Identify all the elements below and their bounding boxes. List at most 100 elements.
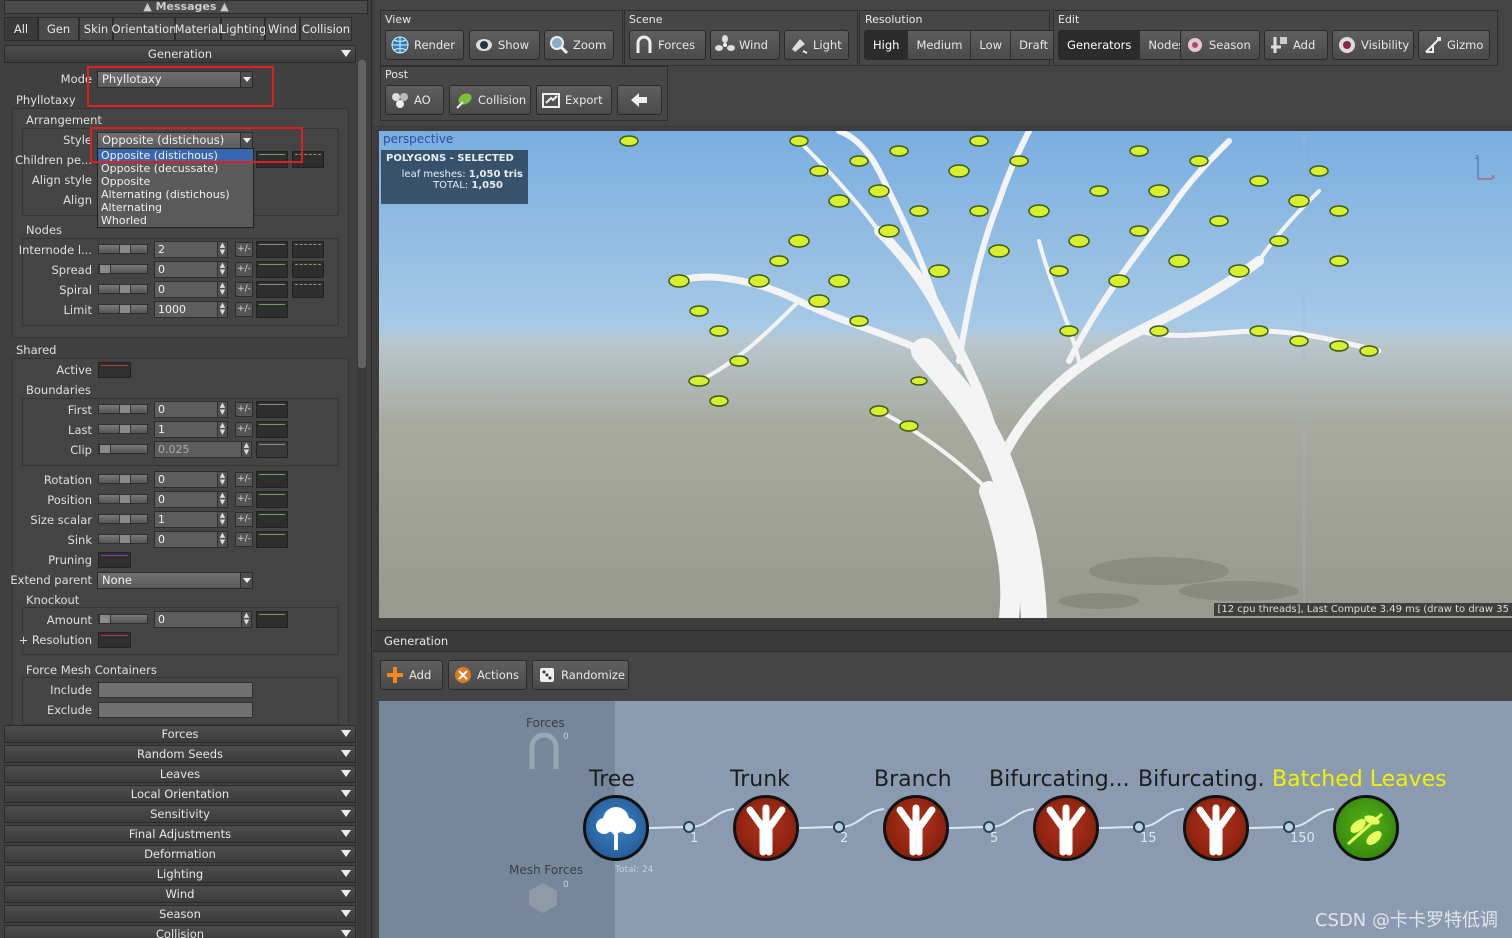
sink-slider[interactable] [98, 534, 148, 544]
section-deformation[interactable]: Deformation [4, 845, 356, 863]
resolution-high[interactable]: High [865, 31, 909, 59]
amount-slider[interactable] [98, 614, 148, 624]
pruning-curve[interactable] [98, 552, 131, 568]
add-button[interactable]: Add [1264, 30, 1328, 60]
tab-orientation[interactable]: Orientation [112, 17, 176, 41]
limit-curve[interactable] [256, 301, 288, 318]
spread-variance-curve[interactable] [292, 261, 324, 278]
size-scalar-input[interactable]: 1 ▲ ▼ [154, 511, 228, 528]
sink-curve[interactable] [256, 531, 288, 548]
slider-knob[interactable] [119, 304, 131, 314]
section-random-seeds[interactable]: Random Seeds [4, 745, 356, 763]
slider-knob[interactable] [119, 244, 131, 254]
spinner-icon[interactable]: ▲ ▼ [217, 422, 227, 437]
plus-minus-button[interactable]: +/- [235, 472, 253, 487]
messages-bar[interactable]: ▲ Messages ▲ [4, 0, 368, 14]
tab-all[interactable]: All [4, 17, 38, 41]
tab-gen[interactable]: Gen [38, 17, 79, 41]
spinner-icon[interactable]: ▲ ▼ [217, 402, 227, 417]
3d-viewport[interactable]: perspective POLYGONS - SELECTED leaf mes… [379, 131, 1512, 618]
last-input[interactable]: 1 ▲ ▼ [154, 421, 228, 438]
internode-slider[interactable] [98, 244, 148, 254]
back-button[interactable] [617, 85, 662, 115]
gizmo-button[interactable]: Gizmo [1418, 30, 1490, 60]
trunk-node[interactable] [733, 795, 799, 861]
plus-minus-button[interactable]: +/- [235, 512, 253, 527]
spinner-icon[interactable]: ▲ ▼ [217, 492, 227, 507]
spiral-curve[interactable] [256, 281, 288, 298]
rotation-input[interactable]: 0 ▲ ▼ [154, 471, 228, 488]
plus-minus-button[interactable]: +/- [235, 242, 253, 257]
section-collision[interactable]: Collision [4, 925, 356, 938]
spinner-icon[interactable]: ▲ ▼ [241, 612, 251, 627]
rotation-curve[interactable] [256, 471, 288, 488]
spinner-icon[interactable]: ▲ ▼ [217, 262, 227, 277]
position-curve[interactable] [256, 491, 288, 508]
size-scalar-slider[interactable] [98, 514, 148, 524]
clip-curve[interactable] [256, 441, 288, 458]
slider-knob[interactable] [119, 514, 131, 524]
zoom-button[interactable]: Zoom [544, 30, 614, 60]
style-option[interactable]: Whorled [98, 214, 253, 227]
clip-slider[interactable] [98, 444, 148, 454]
style-option[interactable]: Opposite (decussate) [98, 162, 253, 175]
spread-curve[interactable] [256, 261, 288, 278]
limit-slider[interactable] [98, 304, 148, 314]
tab-lighting[interactable]: Lighting [220, 17, 266, 41]
spinner-icon[interactable]: ▲ ▼ [217, 532, 227, 547]
slider-knob[interactable] [119, 424, 131, 434]
section-forces[interactable]: Forces [4, 725, 356, 743]
internode-variance-curve[interactable] [292, 241, 324, 258]
amount-curve[interactable] [256, 611, 288, 628]
clip-input[interactable]: 0.025 ▲ ▼ [154, 441, 252, 458]
tab-collision[interactable]: Collision [300, 17, 352, 41]
plus-minus-button[interactable]: +/- [235, 422, 253, 437]
tab-material[interactable]: Material [175, 17, 221, 41]
slider-knob[interactable] [119, 474, 131, 484]
include-field[interactable] [98, 682, 253, 698]
internode-input[interactable]: 2 ▲ ▼ [154, 241, 228, 258]
spinner-icon[interactable]: ▲ ▼ [241, 442, 251, 457]
first-curve[interactable] [256, 401, 288, 418]
batched-leaves-node[interactable] [1333, 795, 1399, 861]
slider-knob[interactable] [99, 614, 111, 624]
resolution-curve[interactable] [98, 632, 131, 648]
section-leaves[interactable]: Leaves [4, 765, 356, 783]
section-sensitivity[interactable]: Sensitivity [4, 805, 356, 823]
edit-generators[interactable]: Generators [1059, 31, 1141, 59]
visibility-button[interactable]: Visibility [1332, 30, 1414, 60]
gen-add-button[interactable]: Add [380, 660, 443, 690]
section-local-orientation[interactable]: Local Orientation [4, 785, 356, 803]
show-button[interactable]: Show [469, 30, 540, 60]
limit-input[interactable]: 1000 ▲ ▼ [154, 301, 228, 318]
resolution-draft[interactable]: Draft [1011, 31, 1058, 59]
sink-input[interactable]: 0 ▲ ▼ [154, 531, 228, 548]
spiral-slider[interactable] [98, 284, 148, 294]
section-season[interactable]: Season [4, 905, 356, 923]
tree-node[interactable] [583, 795, 649, 861]
wind-button[interactable]: Wind [710, 30, 780, 60]
slider-knob[interactable] [119, 534, 131, 544]
last-curve[interactable] [256, 421, 288, 438]
export-button[interactable]: Export [536, 85, 612, 115]
spinner-icon[interactable]: ▲ ▼ [217, 472, 227, 487]
style-option[interactable]: Alternating [98, 201, 253, 214]
first-input[interactable]: 0 ▲ ▼ [154, 401, 228, 418]
style-option[interactable]: Alternating (distichous) [98, 188, 253, 201]
bifurcating-node-2[interactable] [1183, 795, 1249, 861]
bifurcating-node-1[interactable] [1033, 795, 1099, 861]
size-scalar-curve[interactable] [256, 511, 288, 528]
last-slider[interactable] [98, 424, 148, 434]
spinner-icon[interactable]: ▲ ▼ [217, 512, 227, 527]
amount-input[interactable]: 0 ▲ ▼ [154, 611, 252, 628]
randomize-button[interactable]: Randomize [532, 660, 629, 690]
spiral-input[interactable]: 0 ▲ ▼ [154, 281, 228, 298]
active-curve[interactable] [98, 362, 131, 378]
plus-minus-button[interactable]: +/- [235, 402, 253, 417]
section-final-adjustments[interactable]: Final Adjustments [4, 825, 356, 843]
scrollbar-thumb[interactable] [358, 60, 366, 368]
tab-skin[interactable]: Skin [79, 17, 113, 41]
slider-knob[interactable] [119, 494, 131, 504]
slider-knob[interactable] [119, 404, 131, 414]
spiral-variance-curve[interactable] [292, 281, 324, 298]
